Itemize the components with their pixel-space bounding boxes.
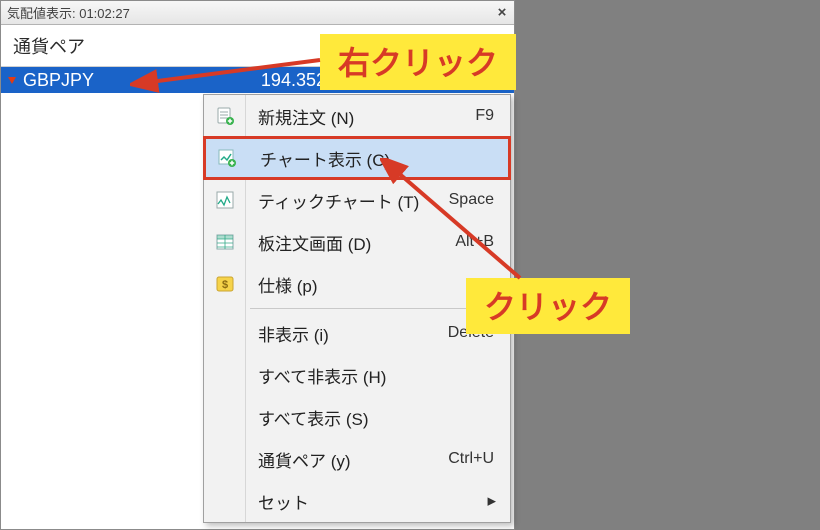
menu-shortcut: Alt+B [455, 233, 510, 251]
panel-title: 気配値表示: 01:02:27 [7, 3, 130, 22]
menu-new-order[interactable]: 新規注文 (N) F9 [204, 95, 510, 137]
menu-label: すべて表示 (S) [246, 405, 510, 430]
tick-chart-icon [204, 190, 246, 210]
menu-set[interactable]: セット ▸ [204, 480, 510, 522]
menu-hide-all[interactable]: すべて非表示 (H) [204, 354, 510, 396]
column-header-pair: 通貨ペア [1, 33, 206, 59]
panel-titlebar: 気配値表示: 01:02:27 × [1, 1, 514, 25]
menu-label: すべて非表示 (H) [246, 363, 510, 388]
symbol-name: GBPJPY [23, 70, 206, 91]
menu-currency-pairs[interactable]: 通貨ペア (y) Ctrl+U [204, 438, 510, 480]
menu-label: 通貨ペア (y) [246, 447, 448, 472]
menu-chart-view[interactable]: チャート表示 (C) [203, 136, 511, 180]
submenu-arrow-icon: ▸ [487, 491, 510, 511]
menu-separator [204, 305, 510, 312]
menu-label: ティックチャート (T) [246, 188, 449, 213]
menu-shortcut: Space [449, 191, 510, 209]
menu-label: 新規注文 (N) [246, 104, 475, 129]
menu-label: チャート表示 (C) [248, 146, 508, 171]
menu-shortcut: F9 [475, 107, 510, 125]
panel-close-button[interactable]: × [490, 1, 514, 25]
annotation-right-click: 右クリック [320, 34, 516, 90]
menu-show-all[interactable]: すべて表示 (S) [204, 396, 510, 438]
table-icon [204, 232, 246, 252]
context-menu: 新規注文 (N) F9 チャート表示 (C) ティックチャート (T) Spac… [203, 94, 511, 523]
menu-depth-of-market[interactable]: 板注文画面 (D) Alt+B [204, 221, 510, 263]
menu-label: 非表示 (i) [246, 321, 448, 346]
menu-hide[interactable]: 非表示 (i) Delete [204, 312, 510, 354]
menu-shortcut: Ctrl+U [448, 450, 510, 468]
chart-plus-icon [206, 148, 248, 168]
menu-specification[interactable]: $ 仕様 (p) [204, 263, 510, 305]
menu-label: セット [246, 489, 487, 514]
svg-text:$: $ [222, 279, 228, 291]
dollar-icon: $ [204, 274, 246, 294]
menu-tick-chart[interactable]: ティックチャート (T) Space [204, 179, 510, 221]
annotation-click: クリック [466, 278, 630, 334]
down-arrow-icon [1, 74, 23, 86]
menu-label: 板注文画面 (D) [246, 230, 455, 255]
document-plus-icon [204, 106, 246, 126]
